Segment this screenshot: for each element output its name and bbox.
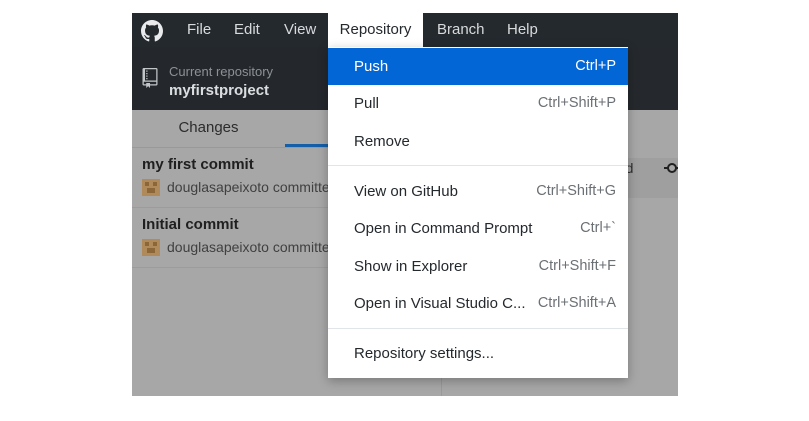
menu-help[interactable]: Help [507, 13, 538, 47]
commit-author: douglasapeixoto committed [167, 179, 338, 195]
menu-item-label: Open in Visual Studio C... [354, 295, 526, 312]
current-repository-name: myfirstproject [169, 82, 270, 99]
commit-title: my first commit [142, 156, 254, 173]
menu-item-label: Show in Explorer [354, 258, 468, 275]
menu-item-label: Remove [354, 133, 410, 150]
menu-view[interactable]: View [284, 13, 316, 47]
menu-item-shortcut: Ctrl+Shift+P [537, 95, 616, 111]
menu-item-shortcut: Ctrl+Shift+F [538, 258, 616, 274]
repository-menu-dropdown: Push Ctrl+P Pull Ctrl+Shift+P Remove Vie… [328, 47, 628, 378]
menu-item-shortcut: Ctrl+Shift+A [537, 295, 616, 311]
menu-item-pull[interactable]: Pull Ctrl+Shift+P [328, 85, 628, 122]
repo-icon [142, 68, 158, 88]
menu-item-push[interactable]: Push Ctrl+P [328, 48, 628, 85]
github-logo-icon [141, 20, 163, 42]
menu-item-shortcut: Ctrl+P [575, 58, 616, 74]
menu-item-label: Push [354, 58, 389, 75]
menu-repository[interactable]: Repository [328, 13, 423, 47]
menu-file[interactable]: File [187, 13, 211, 47]
menu-item-label: Repository settings... [354, 345, 495, 362]
menu-item-label: Open in Command Prompt [354, 220, 533, 237]
menu-item-show-in-explorer[interactable]: Show in Explorer Ctrl+Shift+F [328, 248, 628, 285]
menu-item-open-in-visual-studio-code[interactable]: Open in Visual Studio C... Ctrl+Shift+A [328, 285, 628, 322]
current-repository-caption: Current repository [169, 64, 274, 79]
commit-title: Initial commit [142, 216, 239, 233]
menu-separator [328, 165, 628, 166]
commit-author: douglasapeixoto committed [167, 239, 338, 255]
menu-bar: File Edit View Repository Branch Help [132, 13, 678, 47]
avatar-icon [142, 179, 160, 196]
menu-item-label: View on GitHub [354, 183, 458, 200]
menu-item-remove[interactable]: Remove [328, 123, 628, 160]
menu-item-label: Pull [354, 95, 380, 112]
menu-item-shortcut: Ctrl+Shift+G [536, 183, 616, 199]
tab-changes[interactable]: Changes [132, 110, 285, 146]
menu-item-view-on-github[interactable]: View on GitHub Ctrl+Shift+G [328, 173, 628, 210]
menu-item-repository-settings[interactable]: Repository settings... [328, 335, 628, 372]
menu-item-open-command-prompt[interactable]: Open in Command Prompt Ctrl+` [328, 210, 628, 247]
menu-branch[interactable]: Branch [437, 13, 485, 47]
menu-separator [328, 328, 628, 329]
menu-item-shortcut: Ctrl+` [580, 220, 616, 236]
git-commit-icon [664, 163, 678, 173]
menu-edit[interactable]: Edit [234, 13, 260, 47]
avatar-icon [142, 239, 160, 256]
